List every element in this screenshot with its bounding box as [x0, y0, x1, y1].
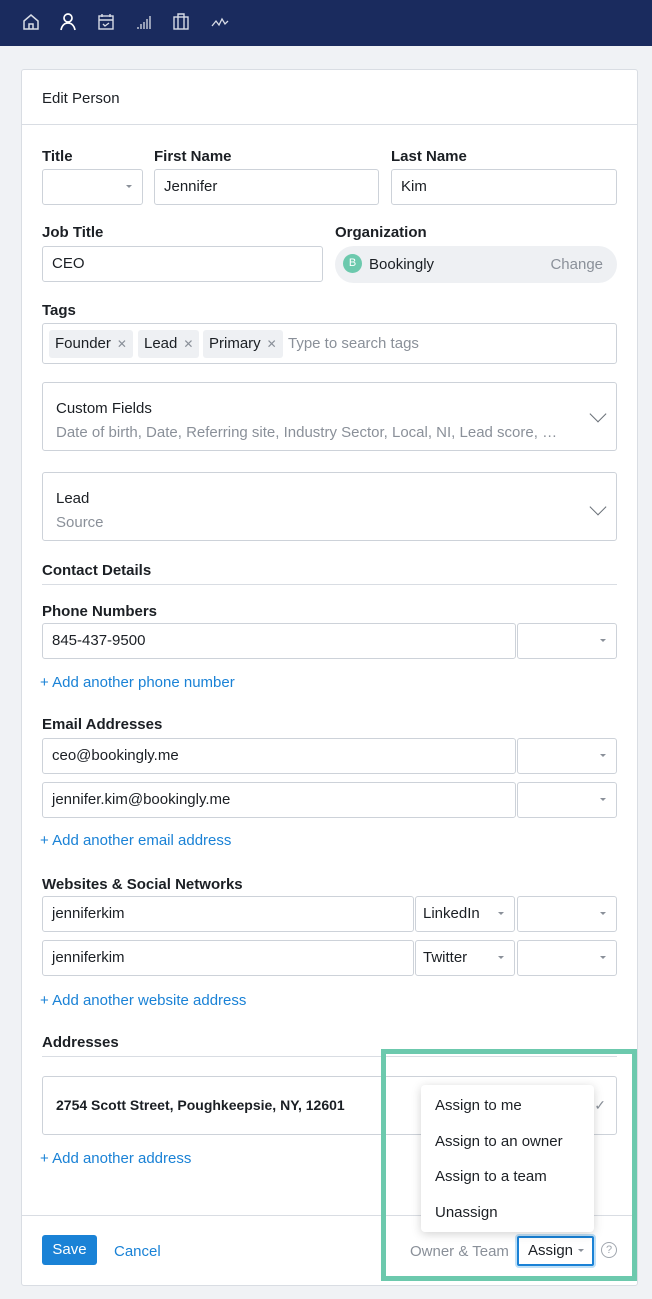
caret-icon [498, 912, 504, 915]
divider [22, 124, 637, 125]
caret-icon [600, 912, 606, 915]
stats-icon[interactable] [134, 12, 154, 32]
address-text: 2754 Scott Street, Poughkeepsie, NY, 126… [56, 1097, 345, 1113]
cancel-button[interactable]: Cancel [114, 1243, 161, 1260]
last-name-label: Last Name [391, 148, 467, 165]
save-button[interactable]: Save [42, 1235, 97, 1265]
add-phone-link[interactable]: + Add another phone number [40, 674, 235, 691]
custom-fields-title: Custom Fields [56, 400, 152, 417]
phone-label: Phone Numbers [42, 603, 158, 620]
activity-icon[interactable] [210, 12, 230, 32]
last-name-input[interactable]: Kim [391, 169, 617, 205]
contact-details-heading: Contact Details [42, 562, 152, 579]
title-select[interactable] [42, 169, 143, 205]
organization-change-link[interactable]: Change [550, 256, 603, 273]
home-icon[interactable] [21, 12, 41, 32]
remove-tag-icon[interactable]: ✕ [117, 337, 127, 351]
tags-input[interactable]: Founder ✕ Lead ✕ Primary ✕ Type to search t… [42, 323, 617, 364]
custom-fields-section[interactable]: Custom Fields Date of birth, Date, Refer… [42, 382, 617, 451]
lead-section[interactable]: Lead Source [42, 472, 617, 541]
website-network-select[interactable]: LinkedIn [415, 896, 515, 932]
first-name-input[interactable]: Jennifer [154, 169, 379, 205]
website-input[interactable]: jenniferkim [42, 940, 414, 976]
first-name-label: First Name [154, 148, 232, 165]
phone-type-select[interactable] [517, 623, 617, 659]
add-address-link[interactable]: + Add another address [40, 1150, 191, 1167]
caret-icon [578, 1249, 584, 1252]
menu-item-assign-to-me[interactable]: Assign to me [421, 1088, 594, 1124]
tags-placeholder: Type to search tags [288, 335, 419, 352]
assign-menu: Assign to me Assign to an owner Assign t… [421, 1085, 594, 1232]
top-nav [0, 0, 652, 46]
help-icon[interactable]: ? [601, 1242, 617, 1258]
add-website-link[interactable]: + Add another website address [40, 992, 246, 1009]
website-type-select[interactable] [517, 940, 617, 976]
organization-name[interactable]: Bookingly [369, 256, 434, 273]
owner-team-label: Owner & Team [410, 1243, 509, 1260]
email-input[interactable]: ceo@bookingly.me [42, 738, 516, 774]
addresses-label: Addresses [42, 1034, 119, 1051]
menu-item-assign-to-team[interactable]: Assign to a team [421, 1159, 594, 1195]
person-icon[interactable] [58, 12, 78, 32]
phone-input[interactable]: 845-437-9500 [42, 623, 516, 659]
email-input[interactable]: jennifer.kim@bookingly.me [42, 782, 516, 818]
website-network-select[interactable]: Twitter [415, 940, 515, 976]
website-input[interactable]: jenniferkim [42, 896, 414, 932]
calendar-icon[interactable] [96, 12, 116, 32]
job-title-input[interactable]: CEO [42, 246, 323, 282]
email-type-select[interactable] [517, 782, 617, 818]
caret-icon [600, 639, 606, 642]
tag-chip: Primary ✕ [203, 330, 283, 358]
tag-chip: Founder ✕ [49, 330, 133, 358]
website-type-select[interactable] [517, 896, 617, 932]
caret-icon [600, 754, 606, 757]
tags-label: Tags [42, 302, 76, 319]
email-label: Email Addresses [42, 716, 163, 733]
lead-summary: Source [56, 514, 104, 531]
add-email-link[interactable]: + Add another email address [40, 832, 231, 849]
caret-icon [498, 956, 504, 959]
caret-icon [600, 956, 606, 959]
organization-label: Organization [335, 224, 427, 241]
briefcase-icon[interactable] [171, 12, 191, 32]
websites-label: Websites & Social Networks [42, 876, 243, 893]
email-type-select[interactable] [517, 738, 617, 774]
caret-icon [126, 185, 132, 188]
menu-item-unassign[interactable]: Unassign [421, 1195, 594, 1231]
chevron-down-icon [589, 498, 607, 516]
page-title: Edit Person [42, 90, 120, 107]
divider [42, 584, 617, 585]
caret-icon [600, 798, 606, 801]
chevron-down-icon [589, 405, 607, 423]
title-label: Title [42, 148, 73, 165]
tag-chip: Lead ✕ [138, 330, 200, 358]
custom-fields-summary: Date of birth, Date, Referring site, Ind… [56, 424, 558, 441]
organization-pill: B Bookingly Change [335, 246, 617, 283]
lead-title: Lead [56, 490, 90, 507]
job-title-label: Job Title [42, 224, 104, 241]
menu-item-assign-to-owner[interactable]: Assign to an owner [421, 1124, 594, 1160]
assign-dropdown-button[interactable]: Assign [517, 1236, 594, 1266]
remove-tag-icon[interactable]: ✕ [267, 337, 277, 351]
remove-tag-icon[interactable]: ✕ [183, 337, 193, 351]
organization-avatar: B [343, 254, 362, 273]
